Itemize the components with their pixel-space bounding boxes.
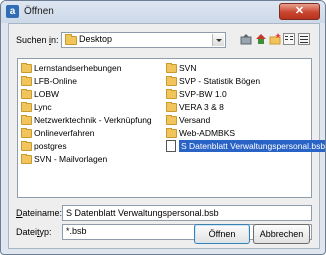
folder-icon <box>166 115 177 125</box>
folder-icon <box>21 102 32 112</box>
look-in-combo[interactable]: Desktop <box>61 32 226 48</box>
folder-icon <box>21 115 32 125</box>
folder-icon <box>65 34 77 45</box>
open-dialog-window: a Öffnen ✕ Suchen in: Desktop Lernstands… <box>0 0 326 255</box>
list-view-icon[interactable] <box>283 33 295 45</box>
folder-icon <box>21 63 32 73</box>
filetype-label: Dateityp: <box>16 227 52 237</box>
look-in-value: Desktop <box>79 34 113 44</box>
folder-icon <box>21 76 32 86</box>
folder-icon <box>21 154 32 164</box>
filename-field[interactable]: S Datenblatt Verwaltungspersonal.bsb <box>62 205 312 221</box>
file-icon <box>166 140 176 152</box>
title-bar[interactable]: a Öffnen ✕ <box>1 1 325 23</box>
home-icon[interactable] <box>255 33 267 45</box>
chevron-down-icon[interactable] <box>212 34 224 46</box>
folder-icon <box>21 141 32 151</box>
file-list[interactable]: Lernstandserhebungen LFB-Online LOBW Lyn… <box>17 58 325 198</box>
dialog-body: Suchen in: Desktop Lernstandserhebungen … <box>8 23 325 249</box>
up-folder-icon[interactable] <box>240 33 252 45</box>
folder-icon <box>21 128 32 138</box>
folder-icon <box>166 63 177 73</box>
folder-icon <box>166 89 177 99</box>
java-app-icon: a <box>6 5 19 18</box>
folder-icon <box>21 89 32 99</box>
details-view-icon[interactable] <box>298 33 310 45</box>
close-button[interactable]: ✕ <box>279 3 320 20</box>
folder-icon <box>166 76 177 86</box>
filetype-value: *.bsb <box>66 226 87 236</box>
folder-icon <box>166 102 177 112</box>
folder-icon <box>166 128 177 138</box>
cancel-button[interactable]: Abbrechen <box>253 224 310 244</box>
look-in-label: Suchen in: <box>16 35 59 45</box>
filename-label: Dateiname: <box>16 208 63 218</box>
new-folder-icon[interactable] <box>269 33 281 45</box>
window-title: Öffnen <box>24 6 54 17</box>
open-button[interactable]: Öffnen <box>194 224 250 244</box>
